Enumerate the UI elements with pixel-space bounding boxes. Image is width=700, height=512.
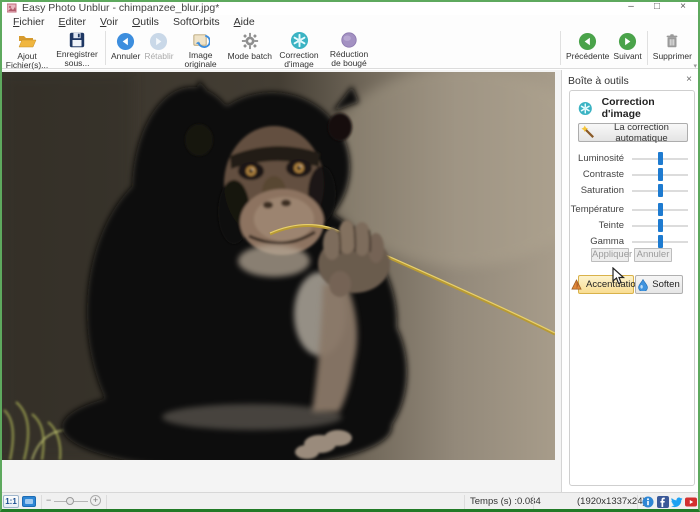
- image-correction-button[interactable]: Correction d'image: [274, 30, 324, 68]
- next-icon: [618, 31, 638, 51]
- sharpen-icon: [571, 279, 582, 290]
- minimize-button[interactable]: –: [618, 0, 644, 15]
- slider-label: Gamma: [590, 236, 624, 247]
- menu-fichier[interactable]: Fichier: [6, 16, 52, 28]
- previous-icon: [578, 31, 598, 51]
- slider-row-contraste: Contraste: [570, 167, 696, 181]
- twitter-icon[interactable]: [671, 496, 683, 508]
- trash-icon: [662, 31, 682, 51]
- open-folder-icon: [17, 31, 37, 51]
- fit-to-window-icon[interactable]: [22, 496, 36, 507]
- gear-icon: [240, 31, 260, 51]
- zoom-in-icon[interactable]: +: [90, 495, 101, 506]
- shake-reduction-button[interactable]: Réduction de bougé: [324, 30, 374, 68]
- actual-size-button[interactable]: 1:1: [3, 495, 19, 508]
- slider-label: Teinte: [598, 220, 624, 231]
- add-files-button[interactable]: Ajout Fichier(s)...: [2, 30, 52, 69]
- slider-row-teinte: Teinte: [570, 218, 696, 232]
- slider-handle[interactable]: [658, 168, 663, 181]
- title-bar[interactable]: Easy Photo Unblur - chimpanzee_blur.jpg*…: [0, 0, 700, 15]
- slider-label: Luminosité: [578, 153, 624, 164]
- slider-label: Saturation: [580, 185, 624, 196]
- slider-handle[interactable]: [658, 184, 663, 197]
- correction-groupbox: Correction d'image La correction automat…: [569, 90, 695, 486]
- facebook-icon[interactable]: [657, 496, 669, 508]
- menu-voir[interactable]: Voir: [93, 16, 125, 28]
- zoom-out-icon[interactable]: −: [46, 495, 51, 505]
- original-image-button[interactable]: Image originale: [176, 30, 226, 68]
- redo-button[interactable]: Rétablir: [142, 30, 175, 68]
- save-icon: [67, 31, 87, 49]
- toolbox-panel: Boîte à outils × Correction d'image La c…: [561, 70, 700, 492]
- image-canvas[interactable]: [0, 70, 561, 492]
- soften-button[interactable]: Soften: [635, 275, 683, 294]
- slider-row-gamma: Gamma: [570, 234, 696, 248]
- temperature-slider[interactable]: [632, 203, 688, 216]
- previous-button[interactable]: Précédente: [564, 30, 611, 68]
- mouse-cursor: [612, 267, 626, 285]
- toolbar-separator: [646, 31, 648, 65]
- app-icon: [7, 3, 17, 13]
- slider-handle[interactable]: [658, 152, 663, 165]
- save-as-button[interactable]: Enregistrer sous...: [52, 30, 102, 68]
- slider-label: Température: [570, 204, 624, 215]
- toolbox-title: Boîte à outils: [568, 75, 629, 87]
- cancel-button[interactable]: Annuler: [634, 248, 672, 262]
- toolbar: Ajout Fichier(s)... Enregistrer sous...: [0, 29, 700, 70]
- image-resolution: (1920x1337x24): [577, 496, 646, 507]
- slider-handle[interactable]: [658, 235, 663, 248]
- teinte-slider[interactable]: [632, 219, 688, 232]
- shake-reduction-icon: [339, 31, 359, 49]
- slider-row-temperature: Température: [570, 202, 696, 216]
- water-drop-icon: [638, 278, 649, 291]
- saturation-slider[interactable]: [632, 184, 688, 197]
- apply-button[interactable]: Appliquer: [591, 248, 632, 262]
- correction-star-icon: [578, 101, 592, 115]
- slider-row-luminosite: Luminosité: [570, 151, 696, 165]
- toolbar-separator: [559, 31, 561, 65]
- next-button[interactable]: Suivant: [611, 30, 643, 68]
- magic-wand-icon: [581, 125, 594, 138]
- maximize-button[interactable]: □: [644, 0, 670, 15]
- menu-bar: Fichier Editer Voir Outils SoftOrbits Ai…: [0, 15, 700, 29]
- menu-outils[interactable]: Outils: [125, 16, 166, 28]
- luminosite-slider[interactable]: [632, 152, 688, 165]
- auto-correction-button[interactable]: La correction automatique: [578, 122, 688, 144]
- menu-softorbits[interactable]: SoftOrbits: [166, 16, 227, 28]
- slider-handle[interactable]: [658, 219, 663, 232]
- undo-icon: [116, 31, 136, 51]
- close-button[interactable]: ×: [670, 0, 696, 15]
- redo-icon: [149, 31, 169, 51]
- window-title: Easy Photo Unblur - chimpanzee_blur.jpg*: [22, 2, 220, 14]
- processing-time: Temps (s) :0.084: [470, 496, 541, 507]
- zoom-slider-handle[interactable]: [66, 497, 74, 505]
- history-photo-icon: [191, 31, 211, 50]
- slider-row-saturation: Saturation: [570, 183, 696, 197]
- toolbox-close-icon[interactable]: ×: [686, 75, 692, 85]
- slider-handle[interactable]: [658, 203, 663, 216]
- slider-label: Contraste: [582, 169, 624, 180]
- delete-button[interactable]: Supprimer: [651, 30, 694, 68]
- youtube-icon[interactable]: [685, 496, 697, 508]
- status-bar: 1:1 − + Temps (s) :0.084 (1920x1337x24): [0, 492, 700, 510]
- correction-star-icon: [289, 31, 309, 50]
- menu-aide[interactable]: Aide: [227, 16, 262, 28]
- toolbar-right-group: Précédente Suivant Supprimer: [557, 30, 694, 68]
- photo-chimpanzee[interactable]: [2, 72, 555, 460]
- toolbar-separator: [105, 31, 106, 65]
- undo-button[interactable]: Annuler: [109, 30, 142, 68]
- gamma-slider[interactable]: [632, 235, 688, 248]
- app-window: Easy Photo Unblur - chimpanzee_blur.jpg*…: [0, 0, 700, 512]
- info-icon[interactable]: [642, 496, 654, 508]
- section-title: Correction d'image: [601, 96, 655, 120]
- contraste-slider[interactable]: [632, 168, 688, 181]
- batch-mode-button[interactable]: Mode batch: [226, 30, 274, 68]
- toolbar-overflow-icon[interactable]: ▾: [693, 62, 697, 70]
- menu-editer[interactable]: Editer: [52, 16, 93, 28]
